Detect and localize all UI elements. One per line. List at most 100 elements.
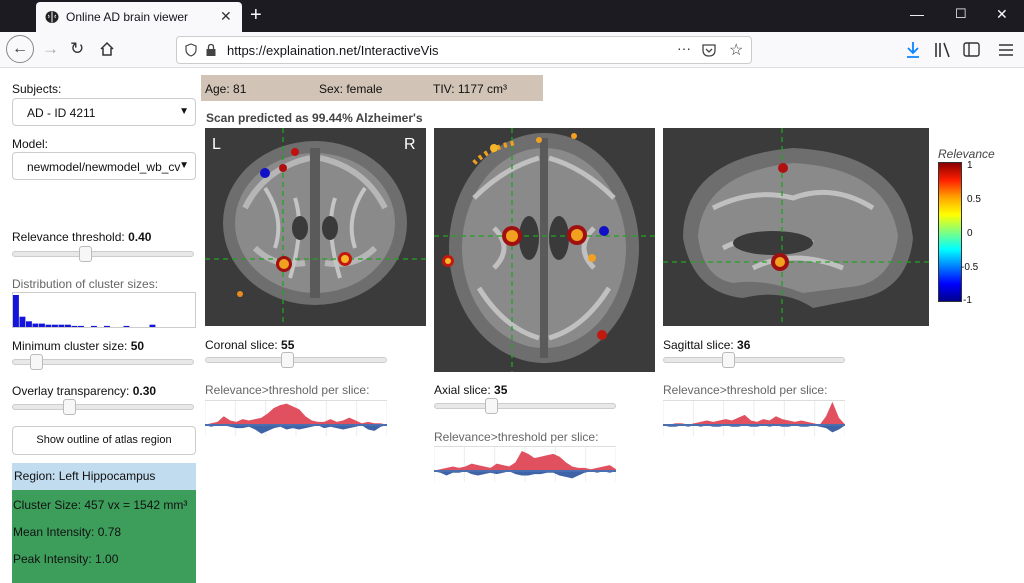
right-marker: R xyxy=(404,136,416,153)
bookmark-star-icon[interactable]: ☆ xyxy=(729,40,743,60)
sagittal-slice-slider[interactable] xyxy=(663,352,845,368)
minimize-icon[interactable]: — xyxy=(910,6,924,22)
axial-slice-label: Axial slice: 35 xyxy=(434,383,508,397)
histogram-bar xyxy=(39,323,45,327)
close-tab-icon[interactable]: ✕ xyxy=(220,8,232,25)
slider-thumb[interactable] xyxy=(30,354,43,370)
histogram-bar xyxy=(58,324,65,327)
prediction-text: Scan predicted as 99.44% Alzheimer's xyxy=(206,111,423,125)
shield-icon[interactable] xyxy=(185,43,197,57)
library-icon[interactable] xyxy=(934,42,952,58)
histogram-bar xyxy=(13,295,19,327)
coronal-view[interactable]: L R xyxy=(205,128,426,326)
axial-slice-slider[interactable] xyxy=(434,398,616,414)
menu-icon[interactable] xyxy=(998,43,1014,57)
colorbar-tick-1: 1 xyxy=(967,160,973,171)
slider-thumb[interactable] xyxy=(485,398,498,414)
reload-button[interactable]: ↻ xyxy=(70,40,84,57)
colorbar-tick-neg-1: -1 xyxy=(963,295,972,306)
cluster-distribution-label: Distribution of cluster sizes: xyxy=(12,277,159,291)
axial-view[interactable] xyxy=(434,128,655,372)
histogram-bar xyxy=(26,321,32,327)
histogram-bar xyxy=(65,324,71,327)
histogram-bar xyxy=(91,325,97,327)
histogram-bar xyxy=(123,325,130,327)
subjects-label: Subjects: xyxy=(12,82,62,96)
min-cluster-size-label: Minimum cluster size: 50 xyxy=(12,339,145,353)
histogram-bar xyxy=(71,325,78,327)
url-text[interactable]: https://explaination.net/InteractiveVis xyxy=(227,43,439,58)
age-text: Age: 81 xyxy=(205,82,247,96)
min-cluster-size-slider[interactable] xyxy=(12,354,194,370)
cluster-distribution-chart xyxy=(12,292,196,328)
page-actions-icon[interactable]: ··· xyxy=(677,40,691,56)
url-bar[interactable]: https://explaination.net/InteractiveVis … xyxy=(176,36,752,64)
histogram-bar xyxy=(52,324,58,327)
sagittal-slice-value: 36 xyxy=(737,338,751,352)
colorbar-tick-neg-0.5: -0.5 xyxy=(961,262,979,273)
histogram-bar xyxy=(45,324,52,327)
slider-thumb[interactable] xyxy=(722,352,735,368)
home-icon[interactable] xyxy=(99,41,115,57)
brain-favicon-icon xyxy=(45,11,59,23)
back-button[interactable]: ← xyxy=(6,35,34,63)
subjects-select[interactable]: AD - ID 4211 ▼ xyxy=(12,98,196,126)
coronal-slice-label: Coronal slice: 55 xyxy=(205,338,295,352)
region-label: Region: Left Hippocampus xyxy=(12,463,196,490)
subject-info-bar: Age: 81 Sex: female TIV: 1177 cm³ xyxy=(201,75,543,101)
axial-brain-image[interactable] xyxy=(434,128,655,372)
colorbar-tick-0.5: 0.5 xyxy=(967,194,981,205)
histogram-bar xyxy=(32,323,39,327)
coronal-relevance-plot xyxy=(205,400,387,436)
colorbar-title: Relevance xyxy=(938,147,995,161)
tiv-text: TIV: 1177 cm³ xyxy=(433,82,508,96)
new-tab-button[interactable]: + xyxy=(250,4,262,27)
overlay-transparency-value: 0.30 xyxy=(132,384,157,398)
axial-relevance-plot xyxy=(434,446,616,482)
page-content: Subjects: AD - ID 4211 ▼ Model: newmodel… xyxy=(0,68,1024,583)
coronal-brain-image[interactable] xyxy=(205,128,426,326)
sagittal-slice-label: Sagittal slice: 36 xyxy=(663,338,751,352)
coronal-slice-slider[interactable] xyxy=(205,352,387,368)
show-outline-button[interactable]: Show outline of atlas region xyxy=(12,426,196,455)
subjects-select-value: AD - ID 4211 xyxy=(27,106,96,120)
mean-intensity-text: Mean Intensity: 0.78 xyxy=(13,525,122,539)
overlay-transparency-slider[interactable] xyxy=(12,399,194,415)
left-marker: L xyxy=(212,136,221,153)
axial-slice-value: 35 xyxy=(494,383,508,397)
relevance-threshold-slider[interactable] xyxy=(12,246,194,262)
sex-text: Sex: female xyxy=(319,82,383,96)
relevance-threshold-value: 0.40 xyxy=(128,230,152,244)
coronal-plot-title: Relevance>threshold per slice: xyxy=(205,383,370,397)
download-icon[interactable] xyxy=(905,41,921,59)
model-label: Model: xyxy=(12,137,49,151)
slider-thumb[interactable] xyxy=(63,399,76,415)
sagittal-relevance-plot xyxy=(663,400,845,436)
browser-tab[interactable]: Online AD brain viewer ✕ xyxy=(36,2,242,32)
lock-icon[interactable] xyxy=(205,43,217,57)
overlay-transparency-label: Overlay transparency: 0.30 xyxy=(12,384,157,398)
colorbar xyxy=(938,162,962,302)
close-window-icon[interactable]: ✕ xyxy=(996,6,1008,23)
peak-intensity-text: Peak Intensity: 1.00 xyxy=(13,552,119,566)
coronal-slice-value: 55 xyxy=(281,338,295,352)
tab-title: Online AD brain viewer xyxy=(66,10,189,24)
cluster-size-text: Cluster Size: 457 vx = 1542 mm³ xyxy=(13,498,188,512)
relevance-threshold-label: Relevance threshold: 0.40 xyxy=(12,230,152,244)
model-select[interactable]: newmodel/newmodel_wb_cv ▼ xyxy=(12,152,196,180)
sidebar-toggle-icon[interactable] xyxy=(963,42,981,58)
histogram-bar xyxy=(104,325,110,327)
histogram-bar xyxy=(78,325,84,327)
sagittal-view[interactable] xyxy=(663,128,929,326)
tab-bar: Online AD brain viewer ✕ + — ☐ ✕ xyxy=(0,0,1024,32)
pocket-icon[interactable] xyxy=(702,43,716,57)
forward-button[interactable]: → xyxy=(42,40,59,57)
sagittal-plot-title: Relevance>threshold per slice: xyxy=(663,383,828,397)
slider-thumb[interactable] xyxy=(281,352,294,368)
cluster-stats-panel: Cluster Size: 457 vx = 1542 mm³ Mean Int… xyxy=(12,490,196,583)
sagittal-brain-image[interactable] xyxy=(663,128,929,326)
chevron-down-icon: ▼ xyxy=(179,106,189,117)
slider-thumb[interactable] xyxy=(79,246,92,262)
chevron-down-icon: ▼ xyxy=(179,160,189,171)
maximize-icon[interactable]: ☐ xyxy=(955,6,967,22)
